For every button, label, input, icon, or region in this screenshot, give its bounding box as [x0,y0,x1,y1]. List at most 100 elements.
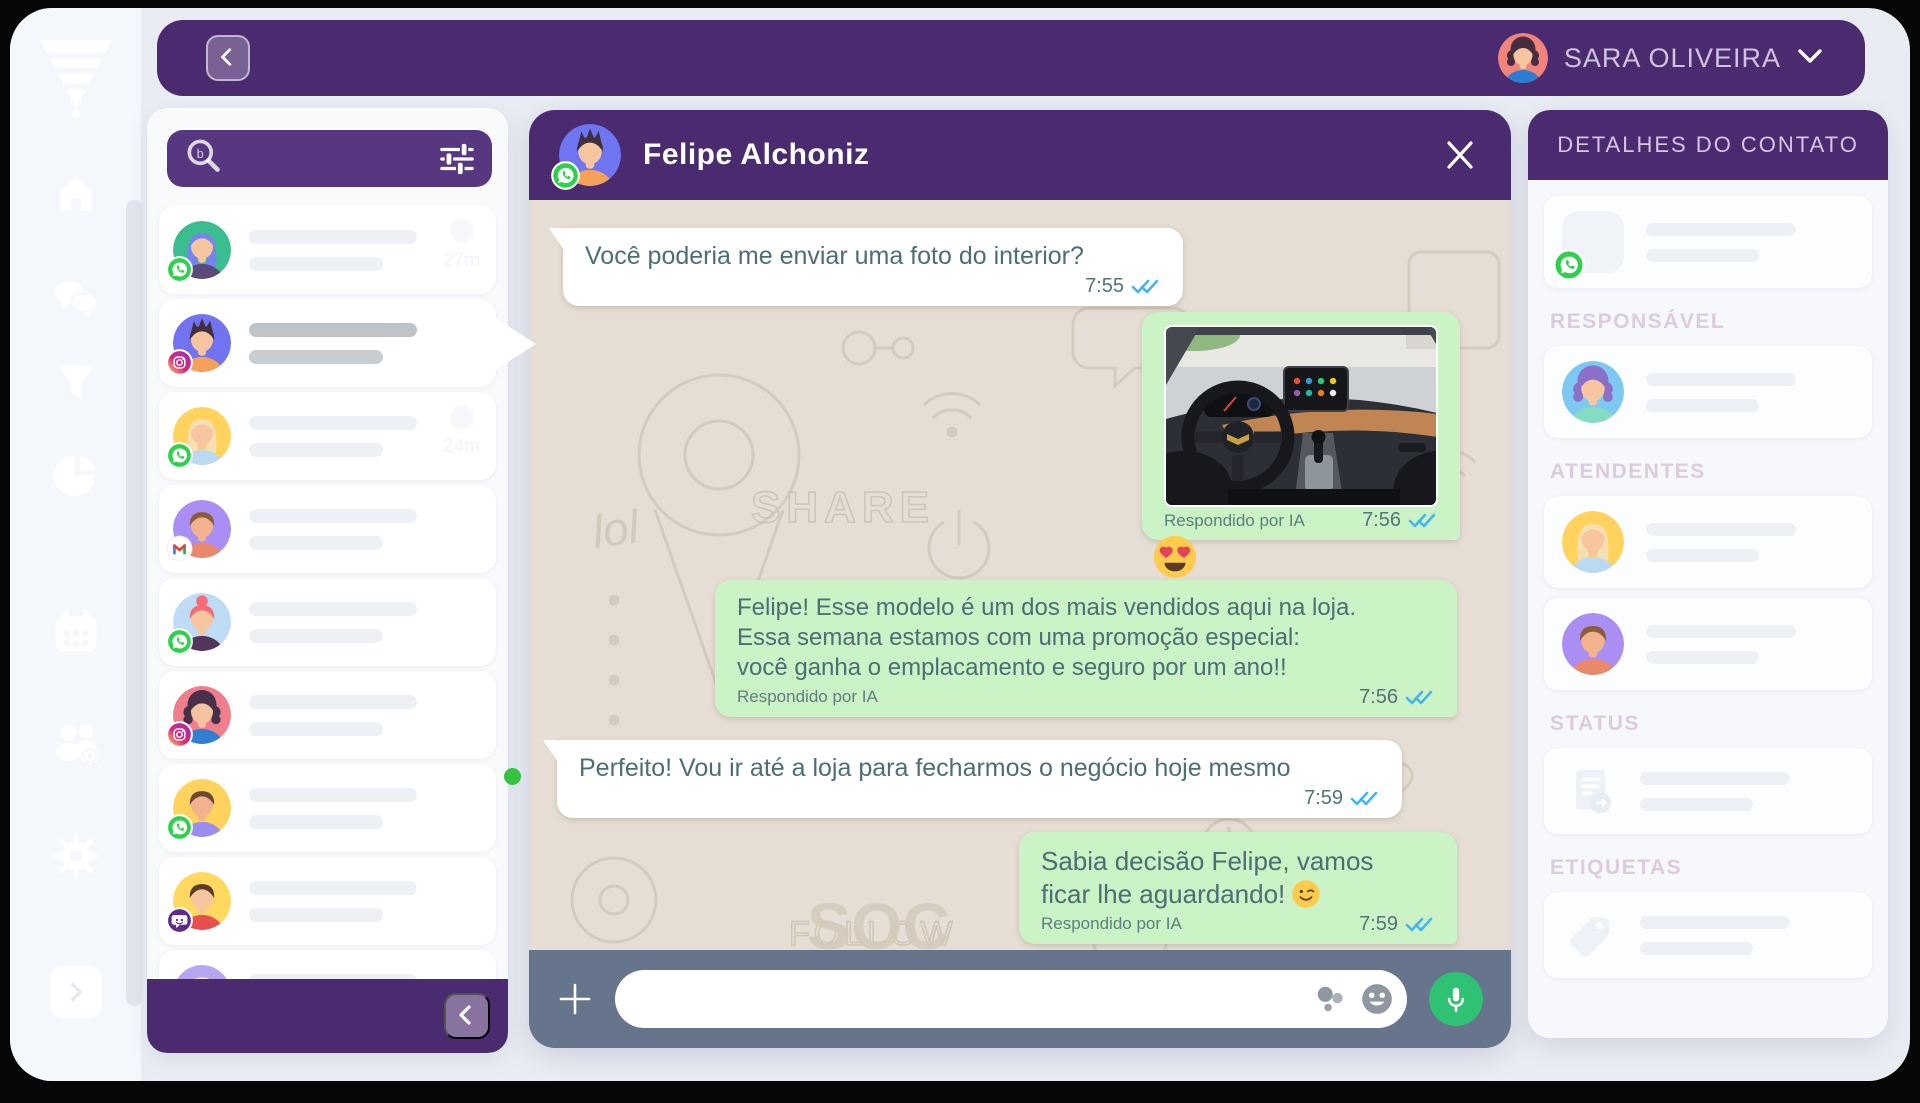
contact-list-item[interactable]: 27m [159,206,496,294]
details-section-label: ETIQUETAS [1550,856,1866,880]
message-time: 7:59 [1304,787,1380,810]
message-text: Você poderia me enviar uma foto do inter… [585,241,1161,273]
sidebar-item-chats[interactable] [48,270,104,326]
collapse-panel-button[interactable] [444,993,490,1039]
chat-contact-name: Felipe Alchoniz [643,138,869,172]
ai-reply-label: Respondido por IA [1164,511,1305,531]
chat-message-outgoing: Respondido por IA 7:56 [1142,312,1460,540]
user-menu[interactable]: SARA OLIVEIRA [1498,20,1823,96]
cont act-placeholder-text [249,881,417,922]
close-chat-button[interactable] [1439,134,1481,176]
sidebar-item-settings[interactable] [48,828,104,884]
contact-list-item[interactable] [159,764,496,852]
cont act-placeholder-text [249,602,417,643]
sidebar-item-team[interactable] [47,714,105,772]
app-logo-icon [30,28,122,120]
chat-body: lol SHARE FOLLOW SOCIAL SOC Você poderia… [529,200,1511,950]
whatsapp-badge-icon [166,256,193,283]
cont act-placeholder-text [249,230,417,271]
message-time: 7:56 [1362,509,1438,532]
unread-badge [450,219,474,243]
sidebar-item-reports[interactable] [50,448,102,500]
heart-eyes-reaction-emoji [1152,534,1198,580]
svg-text:lol: lol [589,500,644,558]
emoji-icon[interactable] [1359,981,1395,1017]
chat-window: Felipe Alchoniz [529,110,1511,1048]
unread-badge [450,405,474,429]
placeholder-text [1640,916,1790,955]
filter-icon[interactable] [438,141,476,177]
contact-avatar [173,872,231,930]
instagram-badge-icon [166,349,193,376]
search-bar[interactable]: b [167,130,492,187]
whatsapp-badge-icon [166,442,193,469]
message-input[interactable] [641,987,1299,1011]
message-time: 7:59 [1359,913,1435,936]
chat-message-incoming: Perfeito! Vou ir até a loja para fecharm… [557,740,1402,818]
chevron-down-icon [1797,48,1823,69]
details-card [1544,748,1872,834]
back-button[interactable] [206,35,250,81]
chat-header: Felipe Alchoniz [529,110,1511,200]
whatsapp-badge-icon [551,161,580,190]
contact-list-item[interactable] [159,671,496,759]
contact-meta: 27m [443,219,480,272]
sidebar-item-home[interactable] [50,166,102,218]
details-title: DETALHES DO CONTATO [1528,110,1888,180]
contact-details-panel: DETALHES DO CONTATO RESPONSÁVELATENDENTE… [1528,110,1888,1038]
mic-button[interactable] [1429,972,1483,1026]
contacts-footer [147,979,508,1053]
cont act-placeholder-text [249,323,417,364]
details-body: RESPONSÁVELATENDENTESSTATUSETIQUETAS [1528,180,1888,1004]
contact-list: 27m 24m [147,206,508,1053]
contact-time: 24m [443,436,480,458]
attach-plus-icon[interactable] [557,981,593,1017]
message-bubble: Você poderia me enviar uma foto do inter… [563,228,1183,306]
whatsapp-badge-icon [166,814,193,841]
message-composer [529,950,1511,1048]
details-section-label: STATUS [1550,712,1866,736]
chat-contact-avatar [559,124,621,186]
contact-avatar [173,686,231,744]
contact-list-item[interactable] [159,299,496,387]
message-text: Perfeito! Vou ir até a loja para fecharm… [579,753,1380,785]
contact-photo-placeholder [1562,211,1624,273]
sidebar-item-calendar[interactable] [49,604,103,658]
instagram-badge-icon [166,721,193,748]
message-input-pill [615,970,1407,1028]
contact-list-item[interactable]: 24m [159,392,496,480]
search-input[interactable] [231,147,430,170]
message-text: Felipe! Esse modelo é um dos mais vendid… [737,593,1435,684]
contacts-scrollbar[interactable] [126,200,143,1006]
chevron-left-icon [217,45,239,72]
app-window: SARA OLIVEIRA b 27m 24m Felipe Alchoniz [10,8,1910,1081]
contact-avatar [173,314,231,372]
user-name: SARA OLIVEIRA [1564,43,1781,74]
assistant-dots-icon[interactable] [1313,983,1345,1015]
cont act-placeholder-text [249,509,417,550]
chevron-right-icon [63,979,89,1005]
message-text: Sabia decisão Felipe, vamos ficar lhe ag… [1041,845,1435,911]
appchat-badge-icon [166,907,193,934]
online-indicator-dot [504,768,521,785]
contact-list-item[interactable] [159,578,496,666]
read-receipt-icon [1350,790,1380,807]
person-avatar [1562,613,1624,675]
sidebar-item-funnel[interactable] [50,356,102,408]
read-receipt-icon [1405,689,1435,706]
details-card [1544,346,1872,438]
contact-list-item[interactable] [159,485,496,573]
nav-rail [10,8,141,1081]
placeholder-text [1646,523,1796,562]
person-avatar [1562,361,1624,423]
contact-avatar [173,221,231,279]
expand-rail-button[interactable] [50,966,102,1018]
whatsapp-badge-icon [1553,249,1585,281]
person-avatar [1562,511,1624,573]
read-receipt-icon [1405,916,1435,933]
search-icon: b [183,136,223,181]
contact-list-item[interactable] [159,857,496,945]
read-receipt-icon [1131,278,1161,295]
ai-reply-label: Respondido por IA [1041,914,1182,934]
details-card [1544,496,1872,588]
